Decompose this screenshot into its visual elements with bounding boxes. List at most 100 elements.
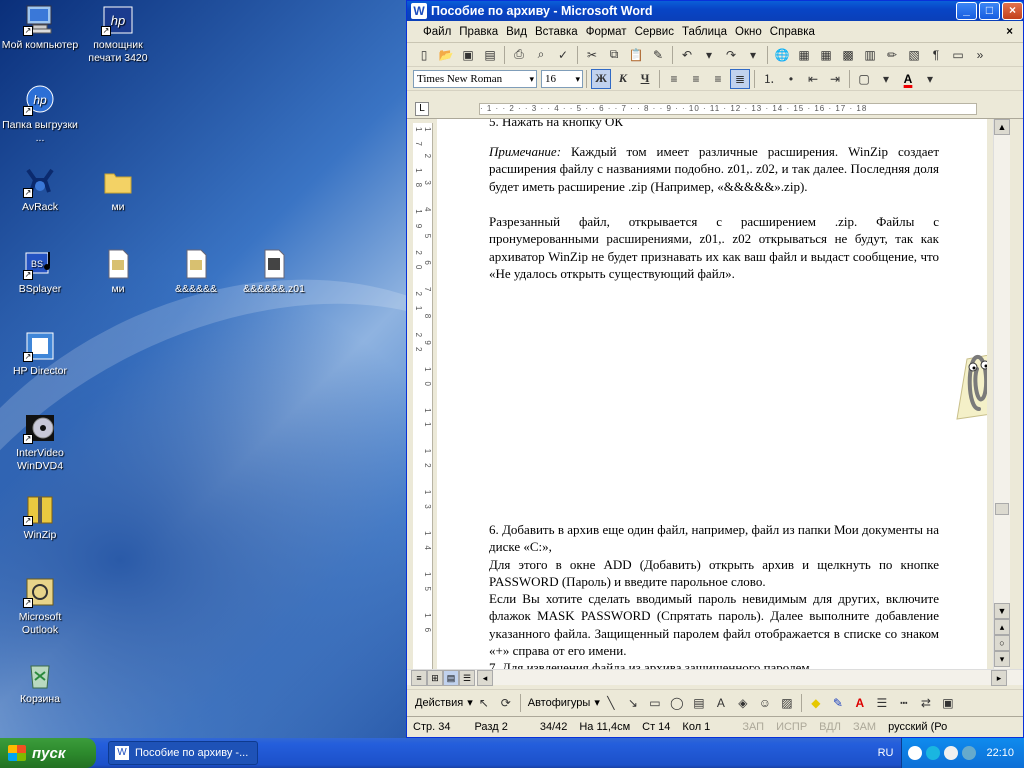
menu-format[interactable]: Формат — [582, 26, 631, 38]
outline-view-icon[interactable]: ☰ — [459, 670, 475, 686]
tray-app-icon[interactable] — [962, 746, 977, 760]
save-icon[interactable]: ▣ — [458, 45, 478, 65]
undo-dropdown-icon[interactable]: ▾ — [699, 45, 719, 65]
taskbar-item-word[interactable]: W Пособие по архиву -... — [108, 741, 258, 765]
status-rec[interactable]: ЗАП — [736, 721, 770, 733]
next-page-button[interactable]: ▾ — [994, 651, 1010, 667]
network-icon[interactable] — [926, 746, 941, 760]
office-assistant-clippy[interactable] — [927, 339, 987, 429]
desktop-icon-avrack[interactable]: ↗ AvRack — [0, 166, 80, 214]
desktop-icon-winzip[interactable]: ↗ WinZip — [0, 494, 80, 542]
justify-icon[interactable]: ≣ — [730, 68, 750, 89]
print-layout-view-icon[interactable]: ▤ — [443, 670, 459, 686]
scroll-up-button[interactable]: ▲ — [994, 119, 1010, 135]
start-button[interactable]: пуск — [0, 738, 96, 768]
menu-file[interactable]: Файл — [419, 26, 455, 38]
numbering-icon[interactable]: ⒈ — [759, 69, 779, 89]
free-rotate-icon[interactable]: ⟳ — [496, 693, 516, 713]
line-style-icon[interactable]: ☰ — [872, 693, 892, 713]
columns-icon[interactable]: ▥ — [860, 45, 880, 65]
horizontal-ruler[interactable]: L · 1 · · 2 · · 3 · · 4 · · 5 · · 6 · · … — [407, 99, 1023, 119]
menu-edit[interactable]: Правка — [455, 26, 502, 38]
fill-color-icon[interactable]: ◆ — [806, 693, 826, 713]
desktop-icon-windvd[interactable]: ↗ InterVideo WinDVD4 — [0, 412, 80, 473]
menu-insert[interactable]: Вставка — [531, 26, 582, 38]
autoshapes-menu[interactable]: Автофигуры — [528, 697, 591, 709]
language-indicator[interactable]: RU — [878, 747, 894, 759]
tables-borders-icon[interactable]: ▦ — [794, 45, 814, 65]
copy-icon[interactable]: ⧉ — [604, 45, 624, 65]
desktop-icon-recycle-bin[interactable]: Корзина — [0, 658, 80, 706]
scroll-thumb[interactable] — [995, 503, 1009, 515]
desktop-icon-bsplayer[interactable]: BS ↗ BSplayer — [0, 248, 80, 296]
status-trk[interactable]: ИСПР — [770, 721, 813, 733]
line-icon[interactable]: ╲ — [601, 693, 621, 713]
increase-indent-icon[interactable]: ⇥ — [825, 69, 845, 89]
bold-button[interactable]: Ж — [591, 68, 611, 89]
document-page[interactable]: 5. Нажать на кнопку ОК Примечание: Кажды… — [437, 119, 987, 671]
menu-help[interactable]: Справка — [766, 26, 819, 38]
desktop-icon-file-z01[interactable]: &&&&&&.z01 — [234, 248, 314, 296]
menu-table[interactable]: Таблица — [678, 26, 731, 38]
underline-button[interactable]: Ч — [635, 69, 655, 89]
arrow-style-icon[interactable]: ⇄ — [916, 693, 936, 713]
borders-dropdown-icon[interactable]: ▾ — [876, 69, 896, 89]
insert-excel-icon[interactable]: ▩ — [838, 45, 858, 65]
text-box-icon[interactable]: ▤ — [689, 693, 709, 713]
scroll-right-button[interactable]: ▸ — [991, 670, 1007, 686]
arrow-icon[interactable]: ↘ — [623, 693, 643, 713]
align-right-icon[interactable]: ≡ — [708, 69, 728, 89]
title-bar[interactable]: W Пособие по архиву - Microsoft Word _ □… — [407, 1, 1023, 21]
cut-icon[interactable]: ✂ — [582, 45, 602, 65]
new-icon[interactable]: ▯ — [414, 45, 434, 65]
word-app-icon[interactable]: W — [411, 3, 427, 19]
line-color-icon[interactable]: ✎ — [828, 693, 848, 713]
select-browse-object-button[interactable]: ○ — [994, 635, 1010, 651]
desktop-icon-file-mi[interactable]: ми — [78, 248, 158, 296]
hyperlink-icon[interactable]: 🌐 — [772, 45, 792, 65]
status-ovr[interactable]: ЗАМ — [847, 721, 882, 733]
dash-style-icon[interactable]: ┅ — [894, 693, 914, 713]
undo-icon[interactable]: ↶ — [677, 45, 697, 65]
italic-button[interactable]: К — [613, 69, 633, 89]
font-color-icon[interactable]: A — [850, 693, 870, 713]
align-left-icon[interactable]: ≡ — [664, 69, 684, 89]
spelling-icon[interactable]: ✓ — [553, 45, 573, 65]
desktop-icon-file-amp[interactable]: &&&&&& — [156, 248, 236, 296]
desktop-icon-hp-folder[interactable]: hp ↗ Папка выгрузки ... — [0, 84, 80, 145]
oval-icon[interactable]: ◯ — [667, 693, 687, 713]
toolbar-options-icon[interactable]: » — [970, 45, 990, 65]
rectangle-icon[interactable]: ▭ — [645, 693, 665, 713]
tab-selector-icon[interactable]: L — [415, 102, 429, 116]
desktop-icon-hp-print[interactable]: hp ↗ помощник печати 3420 — [78, 4, 158, 65]
font-size-select[interactable]: 16 — [541, 69, 583, 88]
show-hidden-icons-button[interactable] — [908, 746, 923, 760]
normal-view-icon[interactable]: ≡ — [411, 670, 427, 686]
menu-view[interactable]: Вид — [502, 26, 531, 38]
borders-icon[interactable]: ▢ — [854, 69, 874, 89]
menu-window[interactable]: Окно — [731, 26, 766, 38]
scroll-down-button[interactable]: ▼ — [994, 603, 1010, 619]
show-hide-icon[interactable]: ¶ — [926, 45, 946, 65]
font-color-button[interactable]: A — [898, 69, 918, 89]
close-document-button[interactable]: × — [1002, 26, 1017, 38]
bullets-icon[interactable]: • — [781, 69, 801, 89]
document-map-icon[interactable]: ▧ — [904, 45, 924, 65]
desktop-icon-outlook[interactable]: ↗ Microsoft Outlook — [0, 576, 80, 637]
zoom-icon[interactable]: ▭ — [948, 45, 968, 65]
scroll-left-button[interactable]: ◂ — [477, 670, 493, 686]
horizontal-scrollbar[interactable]: ≡ ⊞ ▤ ☰ ◂ ▸ — [407, 669, 1023, 686]
select-objects-icon[interactable]: ↖ — [474, 693, 494, 713]
clock[interactable]: 22:10 — [986, 747, 1014, 759]
desktop-icon-hp-director[interactable]: ↗ HP Director — [0, 330, 80, 378]
print-preview-icon[interactable]: ⌕ — [531, 45, 551, 65]
shadow-style-icon[interactable]: ▣ — [938, 693, 958, 713]
vertical-scrollbar[interactable]: ▲ ▼ ▴ ○ ▾ — [993, 119, 1010, 671]
align-center-icon[interactable]: ≡ — [686, 69, 706, 89]
clip-art-icon[interactable]: ☺ — [755, 693, 775, 713]
minimize-button[interactable]: _ — [956, 2, 977, 20]
previous-page-button[interactable]: ▴ — [994, 619, 1010, 635]
print-icon[interactable]: ⎙ — [509, 45, 529, 65]
diagram-icon[interactable]: ◈ — [733, 693, 753, 713]
font-name-select[interactable]: Times New Roman — [413, 69, 537, 88]
